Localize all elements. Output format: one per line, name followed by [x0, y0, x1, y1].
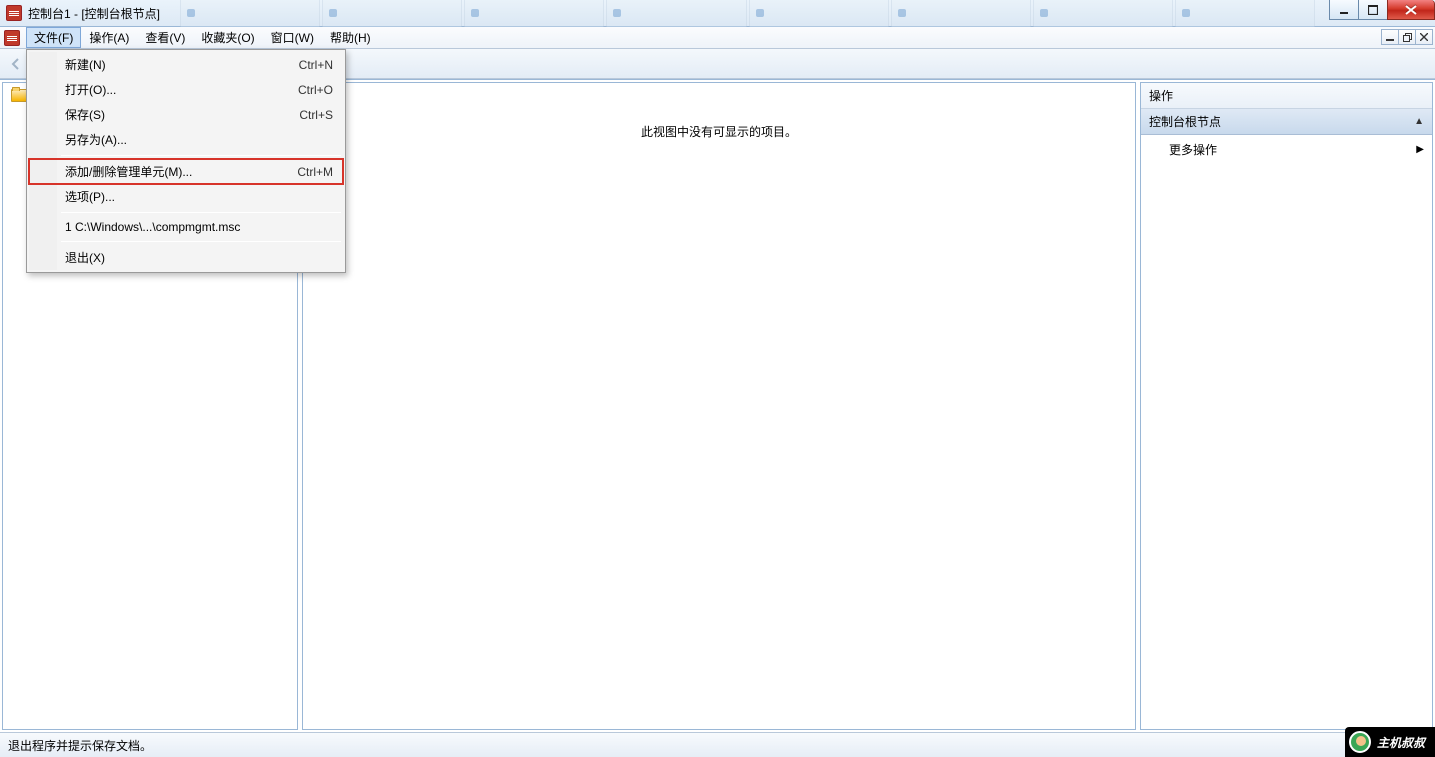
menu-item-label: 1 C:\Windows\...\compmgmt.msc	[65, 220, 240, 234]
menu-item-label: 退出(X)	[65, 249, 105, 266]
background-tabs-blur	[180, 0, 1315, 27]
menu-item-save[interactable]: 保存(S) Ctrl+S	[29, 102, 343, 127]
menu-item-label: 选项(P)...	[65, 188, 115, 205]
file-menu-dropdown: 新建(N) Ctrl+N 打开(O)... Ctrl+O 保存(S) Ctrl+…	[26, 49, 346, 273]
minimize-icon	[1339, 5, 1349, 15]
chevron-up-icon: ▲	[1414, 116, 1424, 127]
menu-item-exit[interactable]: 退出(X)	[29, 245, 343, 270]
menubar: 文件(F) 操作(A) 查看(V) 收藏夹(O) 窗口(W) 帮助(H)	[0, 27, 1435, 49]
mdi-minimize-button[interactable]	[1381, 29, 1399, 45]
close-button[interactable]	[1387, 0, 1435, 20]
menu-view[interactable]: 查看(V)	[137, 27, 193, 48]
empty-view-message: 此视图中没有可显示的项目。	[641, 123, 797, 140]
watermark-badge: 主机叔叔	[1345, 727, 1435, 757]
mdi-controls	[1381, 29, 1433, 45]
app-icon	[6, 5, 22, 21]
menu-item-recent-1[interactable]: 1 C:\Windows\...\compmgmt.msc	[29, 216, 343, 238]
arrow-left-icon	[8, 56, 24, 72]
close-icon	[1405, 5, 1417, 15]
menu-favorites[interactable]: 收藏夹(O)	[193, 27, 262, 48]
menu-item-open[interactable]: 打开(O)... Ctrl+O	[29, 77, 343, 102]
menu-file[interactable]: 文件(F)	[26, 27, 81, 48]
maximize-icon	[1368, 5, 1378, 15]
menu-item-new[interactable]: 新建(N) Ctrl+N	[29, 52, 343, 77]
statusbar: 退出程序并提示保存文档。	[0, 732, 1435, 757]
menu-separator	[61, 212, 341, 213]
content-pane: 此视图中没有可显示的项目。	[302, 82, 1136, 730]
actions-section-root[interactable]: 控制台根节点 ▲	[1141, 109, 1432, 135]
menu-item-label: 打开(O)...	[65, 81, 116, 98]
menu-item-label: 保存(S)	[65, 106, 105, 123]
mdi-restore-button[interactable]	[1398, 29, 1416, 45]
actions-link-label: 更多操作	[1169, 141, 1217, 158]
watermark-text: 主机叔叔	[1377, 734, 1425, 751]
menu-item-label: 新建(N)	[65, 56, 106, 73]
restore-icon	[1403, 33, 1412, 42]
minimize-icon	[1386, 33, 1394, 41]
menu-item-options[interactable]: 选项(P)...	[29, 184, 343, 209]
menu-item-label: 添加/删除管理单元(M)...	[65, 163, 192, 180]
menu-window[interactable]: 窗口(W)	[263, 27, 322, 48]
menu-item-shortcut: Ctrl+N	[299, 58, 333, 72]
menu-item-add-remove-snapin[interactable]: 添加/删除管理单元(M)... Ctrl+M	[29, 159, 343, 184]
menu-separator	[61, 241, 341, 242]
actions-pane: 操作 控制台根节点 ▲ 更多操作 ▶	[1140, 82, 1433, 730]
actions-section-label: 控制台根节点	[1149, 113, 1221, 130]
statusbar-text: 退出程序并提示保存文档。	[8, 737, 152, 754]
system-menu-icon[interactable]	[4, 30, 20, 46]
menu-help[interactable]: 帮助(H)	[322, 27, 379, 48]
menu-separator	[61, 155, 341, 156]
window-controls	[1329, 0, 1435, 20]
window-title: 控制台1 - [控制台根节点]	[28, 5, 160, 22]
back-button[interactable]	[4, 52, 28, 76]
menu-item-shortcut: Ctrl+M	[297, 165, 333, 179]
arrow-right-icon: ▶	[1416, 144, 1424, 155]
menu-action[interactable]: 操作(A)	[81, 27, 137, 48]
mdi-close-button[interactable]	[1415, 29, 1433, 45]
menu-item-saveas[interactable]: 另存为(A)...	[29, 127, 343, 152]
menu-item-shortcut: Ctrl+O	[298, 83, 333, 97]
watermark-avatar-icon	[1349, 731, 1371, 753]
titlebar: 控制台1 - [控制台根节点]	[0, 0, 1435, 27]
minimize-button[interactable]	[1329, 0, 1359, 20]
close-icon	[1420, 33, 1428, 41]
menu-item-shortcut: Ctrl+S	[299, 108, 333, 122]
menu-item-label: 另存为(A)...	[65, 131, 127, 148]
actions-more-actions[interactable]: 更多操作 ▶	[1141, 135, 1432, 164]
actions-pane-header: 操作	[1141, 83, 1432, 109]
tree-root-node[interactable]	[11, 89, 27, 102]
folder-icon	[11, 89, 27, 102]
maximize-button[interactable]	[1358, 0, 1388, 20]
